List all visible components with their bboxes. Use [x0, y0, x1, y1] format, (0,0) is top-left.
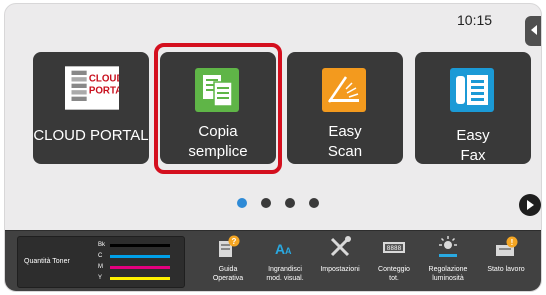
- stato-lavoro-label: Stato lavoro: [477, 265, 535, 274]
- page-dot-1[interactable]: [237, 198, 247, 208]
- ingrandisci-button[interactable]: A A Ingrandisci mod. visual.: [256, 235, 314, 291]
- page-dot-2[interactable]: [261, 198, 271, 208]
- label-line1: Impostazioni: [320, 266, 360, 273]
- label-line1: Conteggio: [378, 266, 410, 273]
- side-arrow-icon: [531, 25, 537, 35]
- toner-key: M: [98, 264, 103, 270]
- cloud-portal-logo-icon: CLOUD PORTAL: [65, 66, 119, 110]
- toner-bar-y: [110, 277, 170, 280]
- tile-label-line1: Easy: [328, 123, 362, 140]
- page-dot-4[interactable]: [309, 198, 319, 208]
- taskbar: Quantità Toner Bk C M Y ? Guida Operativ…: [5, 230, 541, 291]
- tile-label-line2: Fax: [460, 147, 486, 164]
- side-panel-tab[interactable]: [525, 16, 541, 46]
- toner-bar-bk: [110, 244, 170, 247]
- tile-label-line1: Easy: [456, 127, 490, 144]
- counter-icon: 8888: [383, 242, 405, 253]
- impostazioni-label: Impostazioni: [311, 265, 369, 274]
- guida-operativa-button[interactable]: ? Guida Operativa: [199, 235, 257, 291]
- label-line2: tot.: [389, 275, 399, 282]
- conteggio-button[interactable]: 8888 Conteggio tot.: [365, 235, 423, 291]
- label-line1: Stato lavoro: [487, 266, 525, 273]
- scan-icon: [322, 68, 366, 112]
- regolazione-label: Regolazione luminosità: [419, 265, 477, 283]
- toner-key: Bk: [98, 242, 106, 248]
- label-line2: Operativa: [212, 275, 244, 282]
- toner-bar-c: [110, 255, 170, 258]
- tile-easy-fax[interactable]: Easy Fax: [415, 52, 531, 164]
- label-line1: Regolazione: [428, 266, 468, 273]
- ingrandisci-label: Ingrandisci mod. visual.: [256, 265, 314, 283]
- next-page-button[interactable]: [519, 194, 541, 216]
- touch-panel-screen: 10:15 CLOUD PORTAL CLOUD PORTAL: [4, 3, 542, 292]
- regolazione-button[interactable]: Regolazione luminosità: [419, 235, 477, 291]
- svg-text:!: !: [511, 238, 514, 247]
- toner-bar-m: [110, 266, 170, 269]
- label-line2: luminosità: [432, 275, 464, 282]
- toner-key: Y: [98, 275, 103, 281]
- label-line1: Guida: [218, 266, 238, 273]
- toner-quantity-panel[interactable]: Quantità Toner Bk C M Y: [17, 236, 185, 288]
- play-arrow-icon: [527, 200, 534, 210]
- label-line2: mod. visual.: [266, 275, 304, 282]
- page-dot-3[interactable]: [285, 198, 295, 208]
- job-status-icon: !: [496, 236, 518, 256]
- tile-easy-scan[interactable]: Easy Scan: [287, 52, 403, 164]
- svg-text:A: A: [275, 241, 285, 257]
- label-line1: Ingrandisci: [268, 266, 302, 273]
- impostazioni-button[interactable]: Impostazioni: [311, 235, 369, 291]
- tile-label: CLOUD PORTAL: [33, 127, 149, 144]
- logo-text-cloud: CLOUD: [89, 74, 119, 85]
- stato-lavoro-button[interactable]: ! Stato lavoro: [477, 235, 535, 291]
- brightness-icon: [439, 236, 457, 257]
- tile-label-line2: Scan: [327, 143, 363, 160]
- page-indicator: [5, 198, 541, 210]
- guida-operativa-label: Guida Operativa: [199, 265, 257, 283]
- text-zoom-icon: A A: [275, 241, 292, 257]
- svg-text:A: A: [285, 246, 292, 256]
- toner-key: C: [98, 253, 103, 259]
- clock: 10:15: [457, 12, 493, 28]
- tools-icon: [330, 236, 351, 257]
- svg-text:8888: 8888: [387, 245, 402, 252]
- selection-highlight: [154, 43, 282, 174]
- svg-text:?: ?: [232, 237, 237, 246]
- fax-icon: [450, 68, 494, 112]
- tile-cloud-portal[interactable]: CLOUD PORTAL CLOUD PORTAL: [33, 52, 149, 164]
- logo-text-portal: PORTAL: [89, 85, 119, 96]
- book-help-icon: ?: [219, 235, 240, 257]
- conteggio-label: Conteggio tot.: [365, 265, 423, 283]
- toner-label: Quantità Toner: [24, 258, 70, 265]
